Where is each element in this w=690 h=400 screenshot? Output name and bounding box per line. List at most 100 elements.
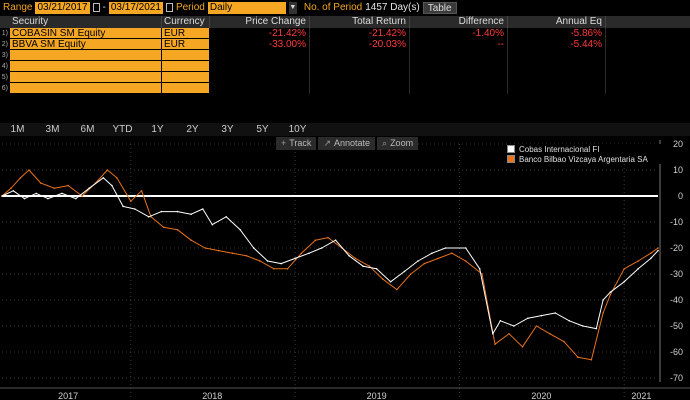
y-tick-label: -10	[670, 217, 683, 227]
data-point	[382, 278, 384, 280]
row-number: 3)	[1, 52, 8, 59]
legend-item[interactable]: Banco Bilbao Vizcaya Argentaria SA	[507, 154, 669, 164]
currency-cell[interactable]: EUR	[162, 39, 210, 50]
total-return-cell	[310, 72, 410, 83]
data-point	[148, 216, 150, 218]
data-point	[61, 192, 63, 195]
chevron-down-icon[interactable]: ▼	[288, 1, 297, 14]
track-button[interactable]: + Track	[276, 137, 317, 150]
data-point	[513, 325, 515, 327]
security-cell[interactable]	[10, 61, 162, 72]
data-point	[140, 190, 143, 192]
x-tick-label: 2019	[367, 391, 387, 400]
data-point	[19, 177, 22, 179]
range-button-6m[interactable]: 6M	[70, 123, 105, 136]
zoom-icon: ⌕	[382, 138, 388, 148]
table-button[interactable]: Table	[422, 1, 457, 14]
table-row[interactable]: 3)	[0, 50, 690, 61]
header-annual-eq[interactable]: Annual Eq	[508, 16, 606, 28]
annotate-button[interactable]: ↗ Annotate	[318, 137, 376, 150]
data-point	[239, 229, 241, 231]
y-tick-label: 10	[673, 165, 683, 175]
calendar-icon[interactable]	[165, 3, 173, 12]
range-button-5y[interactable]: 5Y	[245, 123, 280, 136]
currency-cell[interactable]	[162, 61, 210, 72]
total-return-cell: -21.42%	[310, 28, 410, 39]
data-point	[1, 195, 3, 197]
y-tick-label: -40	[670, 295, 683, 305]
total-return-cell	[310, 50, 410, 61]
data-point	[190, 213, 192, 215]
range-button-10y[interactable]: 10Y	[280, 123, 315, 136]
table-row[interactable]: 2) BBVA SM Equity EUR -33.00% -20.03% -- -5.44…	[0, 39, 690, 50]
data-point	[492, 333, 494, 335]
currency-cell[interactable]	[162, 72, 210, 83]
data-point	[67, 184, 69, 187]
security-cell[interactable]: BBVA SM Equity	[10, 39, 162, 50]
row-number: 6)	[1, 85, 8, 92]
range-bar: Range 03/21/2017 - 03/17/2021 Period Dai…	[0, 0, 690, 15]
data-point	[12, 190, 15, 192]
price-change-cell	[210, 50, 310, 61]
difference-cell	[410, 61, 508, 72]
data-point	[478, 268, 481, 270]
data-point	[362, 265, 364, 267]
data-point	[266, 260, 269, 262]
security-cell[interactable]	[10, 50, 162, 61]
data-point	[464, 247, 467, 249]
table-row[interactable]: 5)	[0, 72, 690, 83]
legend-item[interactable]: Cobas Internacional FI	[507, 144, 669, 154]
securities-table: Security Currency Price Change Total Ret…	[0, 16, 690, 94]
performance-chart[interactable]: 20 10 0 -10 -20 -30 -40 -50 -60 -70 2017 2018 2019 20…	[0, 136, 690, 400]
difference-cell: -1.40%	[410, 28, 508, 39]
range-button-2y[interactable]: 2Y	[175, 123, 210, 136]
security-cell[interactable]	[10, 83, 162, 94]
data-point	[134, 208, 136, 210]
data-point	[637, 268, 639, 270]
currency-cell[interactable]: EUR	[162, 28, 210, 39]
security-cell[interactable]	[10, 72, 162, 83]
data-point	[602, 312, 604, 314]
data-point	[396, 288, 398, 291]
data-point	[595, 327, 598, 330]
price-change-cell: -21.42%	[210, 28, 310, 39]
data-point	[368, 265, 371, 267]
data-point	[403, 270, 406, 273]
currency-cell[interactable]	[162, 83, 210, 94]
table-row[interactable]: 4)	[0, 61, 690, 72]
header-difference[interactable]: Difference	[410, 16, 508, 28]
x-tick-label: 2017	[58, 391, 78, 400]
currency-cell[interactable]	[162, 50, 210, 61]
tool-label: Zoom	[390, 138, 414, 148]
header-currency[interactable]: Currency	[162, 16, 210, 28]
data-point	[202, 208, 204, 210]
data-point	[389, 281, 392, 283]
range-button-3y[interactable]: 3Y	[210, 123, 245, 136]
data-point	[494, 343, 496, 345]
header-price-change[interactable]: Price Change	[210, 16, 310, 28]
header-total-return[interactable]: Total Return	[310, 16, 410, 28]
zoom-button[interactable]: ⌕ Zoom	[377, 137, 419, 150]
data-point	[259, 260, 261, 262]
data-point	[111, 184, 113, 187]
security-cell[interactable]: COBASIN SM Equity	[10, 28, 162, 39]
header-security[interactable]: Security	[10, 16, 162, 28]
annual-eq-cell: -5.44%	[508, 39, 606, 50]
range-button-3m[interactable]: 3M	[35, 123, 70, 136]
annotate-icon: ↗	[323, 138, 331, 148]
end-date-field[interactable]: 03/17/2021	[108, 1, 163, 14]
calendar-icon[interactable]	[92, 3, 100, 12]
period-select[interactable]: Daily	[207, 1, 286, 14]
data-point	[609, 291, 612, 293]
range-button-ytd[interactable]: YTD	[105, 123, 140, 136]
total-return-cell: -20.03%	[310, 39, 410, 50]
range-button-1m[interactable]: 1M	[0, 123, 35, 136]
start-date-field[interactable]: 03/21/2017	[35, 1, 90, 14]
table-row[interactable]: 1) COBASIN SM Equity EUR -21.42% -21.42% -1.4…	[0, 28, 690, 39]
data-point	[354, 257, 357, 260]
legend-label: Cobas Internacional FI	[519, 144, 600, 154]
table-header: Security Currency Price Change Total Ret…	[0, 16, 690, 28]
data-point	[650, 252, 652, 254]
table-row[interactable]: 6)	[0, 83, 690, 94]
range-button-1y[interactable]: 1Y	[140, 123, 175, 136]
